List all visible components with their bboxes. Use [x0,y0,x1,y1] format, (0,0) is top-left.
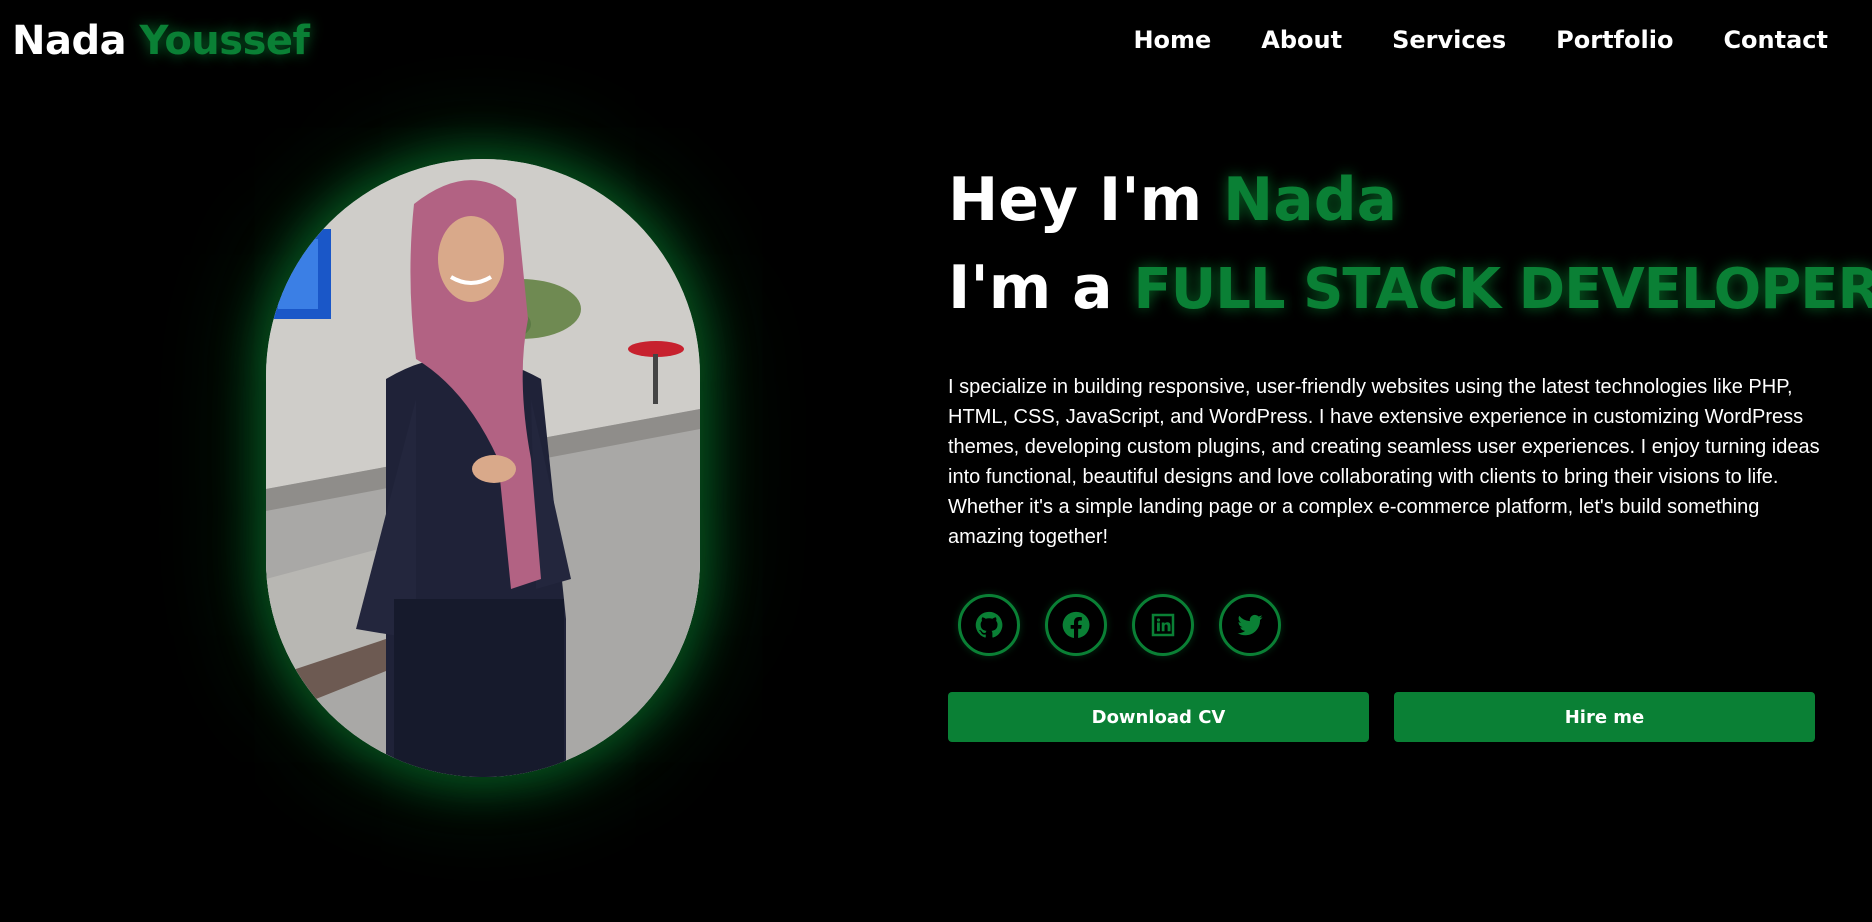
facebook-link[interactable] [1045,594,1107,656]
hero-role: FULL STACK DEVELOPER [1133,257,1872,322]
linkedin-link[interactable] [1132,594,1194,656]
hero-role-line: I'm a FULL STACK DEVELOPER| [948,258,1872,318]
logo[interactable]: Nada Youssef [12,18,310,64]
main-nav: Home About Services Portfolio Contact [1133,26,1828,54]
nav-about[interactable]: About [1261,26,1342,54]
logo-first-name: Nada [12,18,127,64]
twitter-icon [1237,614,1263,636]
nav-services[interactable]: Services [1392,26,1506,54]
profile-photo [266,159,700,777]
github-link[interactable] [958,594,1020,656]
github-icon [975,611,1003,638]
nav-home[interactable]: Home [1133,26,1211,54]
linkedin-icon [1151,613,1175,637]
role-prefix: I'm a [948,253,1113,323]
page: Nada Youssef Home About Services Portfol… [0,0,1872,922]
greeting-text: Hey I'm [948,165,1203,235]
cta-buttons: Download CV Hire me [948,692,1815,742]
nav-portfolio[interactable]: Portfolio [1556,26,1673,54]
logo-last-name: Youssef [139,18,310,64]
hire-me-button[interactable]: Hire me [1394,692,1815,742]
hero-greeting: Hey I'm Nada [948,170,1397,230]
profile-photo-illustration [266,159,700,777]
twitter-link[interactable] [1219,594,1281,656]
nav-contact[interactable]: Contact [1723,26,1828,54]
facebook-icon [1062,611,1090,638]
hero-bio: I specialize in building responsive, use… [948,376,1820,548]
hero-name: Nada [1223,165,1398,235]
social-links [958,594,1281,656]
download-cv-button[interactable]: Download CV [948,692,1369,742]
